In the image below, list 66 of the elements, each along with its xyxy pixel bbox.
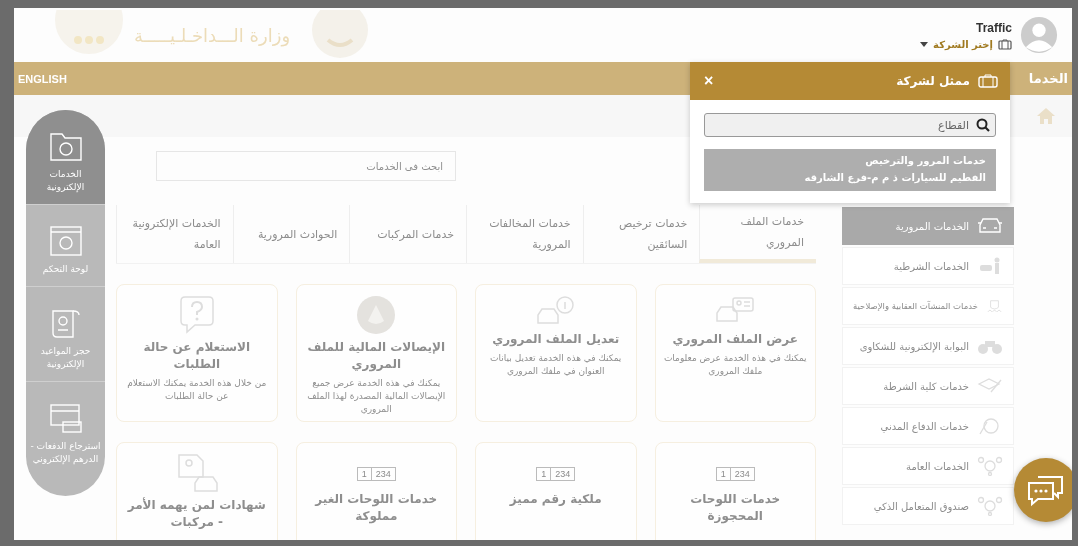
service-card[interactable]: عرض الملف المروري يمكنك في هذه الخدمة عرض معلومات ملفك المروري (654, 284, 816, 422)
rail-item[interactable]: حجز المواعيد الإلكترونية (26, 287, 105, 382)
network-icon (977, 496, 1003, 516)
card-description: يمكنك في هذه الخدمة عرض جميع الإيصالات المالية المصدرة لهذا الملف المروري (306, 377, 447, 416)
rail-item[interactable]: استرجاع الدفعات - الدرهم الإلكتروني (26, 382, 105, 496)
result-item[interactable]: خدمات المرور والترخيص (865, 155, 986, 166)
card-title: الاستعلام عن حالة الطلبات (142, 339, 252, 373)
tab[interactable]: الحوادث المرورية (232, 205, 350, 263)
card-title: عرض الملف المروري (672, 331, 798, 348)
plate-number: 234 (733, 468, 751, 480)
plate-number: 234 (554, 468, 572, 480)
search-icon (976, 118, 990, 132)
chat-icon (1026, 473, 1066, 507)
card-title: خدمات اللوحات المحجوزة (689, 491, 782, 525)
user-name: Traffic (976, 20, 1012, 35)
popup-title: ممثل لشركة (896, 74, 970, 88)
sidebar-item[interactable]: خدمات المنشآت العقابية والإصلاحية (842, 287, 1014, 325)
sidebar-item[interactable]: الخدمات العامة (842, 447, 1014, 485)
search-field[interactable]: القطاع (704, 113, 996, 137)
sidebar-item[interactable]: الخدمات المرورية (842, 207, 1014, 245)
service-card[interactable]: تعديل الملف المروري يمكنك في هذه الخدمة تعديل بيانات العنوان في ملفك المروري (475, 284, 637, 422)
nav-item[interactable]: الخدما (1028, 71, 1068, 86)
chat-button[interactable] (1014, 458, 1072, 522)
card-icon (48, 402, 83, 434)
service-card[interactable]: شهادات لمن يهمه الأمر - مركبات (116, 442, 278, 540)
tab[interactable]: الخدمات الإلكترونية العامة (115, 205, 233, 263)
close-button[interactable]: × (702, 72, 716, 90)
briefcase-icon (978, 74, 998, 88)
service-card[interactable]: الاستعلام عن حالة الطلبات من خلال هذه الخدمة يمكنك الاستعلام عن حالة الطلبات (116, 284, 278, 422)
emblem-icon (356, 295, 397, 335)
card-title: ملكية رقم مميز (509, 491, 602, 508)
plate-number: 234 (374, 468, 392, 480)
question-icon (178, 295, 215, 335)
tab[interactable]: خدمات المخالفات المرورية (466, 205, 583, 263)
plate-code: 1 (537, 468, 552, 480)
service-card[interactable]: الإيصالات المالية للملف المروري يمكنك في هذه الخدمة عرض جميع الإيصالات المالية المصدرة لهذا الملف المروري (295, 284, 457, 422)
card-description: من خلال هذه الخدمة يمكنك الاستعلام عن حالة الطلبات (126, 377, 268, 403)
card-description: يمكنك في هذه الخدمة تعديل بيانات العنوان في ملفك المروري (489, 352, 623, 378)
avatar-icon (1020, 16, 1058, 54)
ministry-logo-text: وزارة الـــداخـلـيـــــة (134, 24, 291, 46)
tab[interactable]: خدمات ترخيص السائقين (582, 205, 700, 263)
sidebar-item[interactable]: خدمات الدفاع المدني (842, 407, 1014, 445)
search-field[interactable]: ابحث في الخدمات (156, 151, 456, 181)
briefcase-icon (998, 38, 1012, 50)
card-description: يمكنك في هذه الخدمة عرض معلومات ملفك المروري (663, 352, 807, 378)
plate-code: 1 (357, 468, 372, 480)
tab[interactable]: خدمات المركبات (349, 205, 466, 263)
card-title: شهادات لمن يهمه الأمر - مركبات (126, 497, 267, 531)
sidebar-item[interactable]: البوابة الإلكترونية للشكاوى (842, 327, 1014, 365)
sidebar-item[interactable]: الخدمات الشرطية (842, 247, 1014, 285)
car-icon (977, 216, 1003, 236)
result-item[interactable]: الفطيم للسيارات ذ م م-فرع الشارقه (804, 172, 986, 183)
language-link[interactable]: ENGLISH (18, 72, 67, 85)
profile-window-icon (48, 225, 83, 257)
sidebar-item[interactable]: صندوق المتعامل الذكي (842, 487, 1014, 525)
network-icon (977, 456, 1003, 476)
sidebar-item[interactable]: خدمات كلية الشرطة (842, 367, 1014, 405)
company-select[interactable]: إختر الشركة (933, 38, 993, 50)
plate-code: 1 (716, 468, 731, 480)
card-title: الإيصالات المالية للملف المروري (306, 339, 447, 373)
caret-icon[interactable] (920, 41, 929, 47)
rail-item[interactable]: الخدمات الإلكترونية (26, 110, 105, 205)
card-title: خدمات اللوحات الغير مملوكة (313, 491, 439, 525)
rail-item[interactable]: لوحة التحكم (26, 205, 105, 287)
folder-icon (48, 130, 83, 162)
card-title: تعديل الملف المروري (492, 331, 620, 348)
